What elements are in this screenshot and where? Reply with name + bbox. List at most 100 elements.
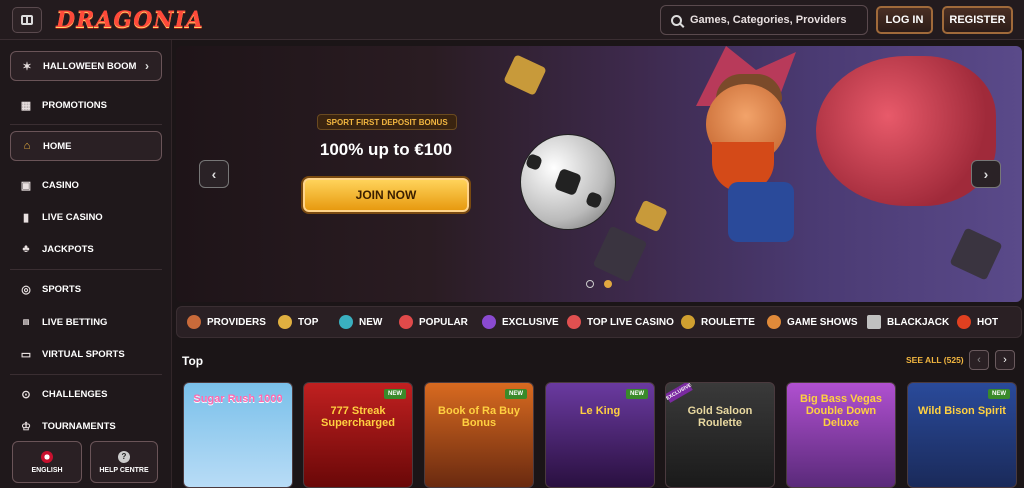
sidebar-item-label: LIVE CASINO (42, 211, 103, 223)
chevron-right-icon: › (983, 166, 989, 182)
sidebar-item-casino[interactable]: ▣ CASINO (10, 171, 162, 199)
sidebar-item-label: CHALLENGES (42, 388, 108, 400)
trophy-icon: ♔ (21, 420, 31, 433)
sidebar-item-label: SPORTS (42, 283, 82, 295)
category-roulette[interactable]: ROULETTE (681, 307, 755, 337)
new-badge: NEW (384, 389, 406, 399)
games-next-button[interactable]: › (995, 350, 1015, 370)
sidebar-item-live-betting[interactable]: ▤ LIVE BETTING (10, 308, 162, 336)
category-top-live-casino[interactable]: TOP LIVE CASINO (567, 307, 674, 337)
category-label: GAME SHOWS (787, 316, 858, 328)
sidebar-item-label: TOURNAMENTS (42, 420, 116, 432)
category-label: ROULETTE (701, 316, 755, 328)
category-new[interactable]: NEW (339, 307, 382, 337)
category-popular[interactable]: POPULAR (399, 307, 468, 337)
game-title: Wild Bison Spirit (918, 405, 1006, 417)
category-providers[interactable]: PROVIDERS (187, 307, 266, 337)
sidebar-item-label: HOME (43, 140, 72, 152)
chevron-left-icon: ‹ (977, 354, 981, 366)
crystal-icon (482, 315, 496, 329)
category-top[interactable]: TOP (278, 307, 318, 337)
category-hot[interactable]: HOT (957, 307, 998, 337)
divider (10, 124, 162, 125)
login-button[interactable]: LOG IN (876, 6, 933, 34)
chevron-left-icon: ‹ (211, 166, 217, 182)
game-tile-sugar-rush-1000[interactable]: Sugar Rush 1000 (183, 382, 293, 488)
slide-dot[interactable] (586, 280, 594, 288)
new-badge: NEW (988, 389, 1010, 399)
category-exclusive[interactable]: EXCLUSIVE (482, 307, 559, 337)
logo[interactable]: DRAGONIA (56, 6, 204, 34)
exclusive-badge: EXCLUSIVE (665, 382, 693, 403)
game-tile-gold-saloon-roulette[interactable]: EXCLUSIVE Gold Saloon Roulette (665, 382, 775, 488)
chip-icon (567, 315, 581, 329)
game-tile-777-streak[interactable]: NEW 777 Streak Supercharged (303, 382, 413, 488)
sidebar-item-label: LIVE BETTING (42, 316, 108, 328)
rock-illustration (592, 225, 648, 283)
help-centre-button[interactable]: ? HELP CENTRE (90, 441, 158, 483)
sidebar-item-label: JACKPOTS (42, 243, 94, 255)
ball-icon: ◎ (21, 283, 31, 296)
category-label: TOP (298, 316, 319, 328)
game-tile-book-of-ra[interactable]: NEW Book of Ra Buy Bonus (424, 382, 534, 488)
sidebar-item-home[interactable]: ⌂ HOME (10, 131, 162, 161)
games-prev-button[interactable]: ‹ (969, 350, 989, 370)
game-tile-wild-bison-spirit[interactable]: NEW Wild Bison Spirit (907, 382, 1017, 488)
help-icon: ? (118, 450, 130, 463)
promo-tag: SPORT FIRST DEPOSIT BONUS (317, 114, 457, 130)
dragon-illustration (816, 56, 996, 206)
join-now-button[interactable]: JOIN NOW (303, 178, 469, 212)
game-title: Gold Saloon Roulette (687, 405, 753, 429)
game-title: Sugar Rush 1000 (193, 393, 283, 405)
clover-icon: ♣ (22, 243, 30, 255)
chevron-right-icon: › (1003, 354, 1007, 366)
game-title: 777 Streak Supercharged (321, 405, 395, 429)
slot-icon: ▣ (20, 179, 32, 192)
sidebar-item-promotions[interactable]: ▦ PROMOTIONS (10, 91, 162, 119)
chevron-right-icon: › (145, 59, 149, 73)
category-bar: PROVIDERS TOP NEW POPULAR EXCLUSIVE TOP … (176, 306, 1022, 338)
home-icon: ⌂ (23, 140, 31, 152)
rock-illustration (949, 227, 1003, 281)
sidebar-toggle-icon (21, 15, 33, 25)
category-label: TOP LIVE CASINO (587, 316, 674, 328)
wheel-icon (767, 315, 781, 329)
chili-icon (957, 315, 971, 329)
menu-toggle-button[interactable] (12, 7, 42, 33)
game-tile-big-bass-vegas[interactable]: Big Bass Vegas Double Down Deluxe (786, 382, 896, 488)
category-game-shows[interactable]: GAME SHOWS (767, 307, 858, 337)
star-icon (278, 315, 292, 329)
gem-icon (339, 315, 353, 329)
help-label: HELP CENTRE (99, 466, 149, 474)
sidebar-item-jackpots[interactable]: ♣ JACKPOTS (10, 235, 162, 263)
sidebar-item-sports[interactable]: ◎ SPORTS (10, 275, 162, 303)
new-badge: NEW (626, 389, 648, 399)
roulette-icon (681, 315, 695, 329)
hero-banner[interactable]: SPORT FIRST DEPOSIT BONUS 100% up to €10… (176, 46, 1022, 302)
section-title: Top (182, 354, 204, 368)
see-all-link[interactable]: SEE ALL (525) (906, 355, 964, 365)
search-input[interactable]: Games, Categories, Providers (660, 5, 868, 35)
sidebar-item-tournaments[interactable]: ♔ TOURNAMENTS (10, 412, 162, 440)
sidebar-item-label: CASINO (42, 179, 79, 191)
live-icon: ▤ (22, 319, 30, 326)
slide-dot-active[interactable] (604, 280, 612, 288)
sidebar-item-live-casino[interactable]: ▮ LIVE CASINO (10, 203, 162, 231)
category-blackjack[interactable]: BLACKJACK (867, 307, 949, 337)
sidebar-item-virtual-sports[interactable]: ▭ VIRTUAL SPORTS (10, 340, 162, 368)
dwarf-body-illustration (728, 182, 794, 242)
language-button[interactable]: ENGLISH (12, 441, 82, 483)
register-button[interactable]: REGISTER (942, 6, 1013, 34)
category-label: NEW (359, 316, 383, 328)
bat-icon: ✶ (22, 60, 32, 73)
sidebar-item-halloween-boom[interactable]: ✶ HALLOWEEN BOOM › (10, 51, 162, 81)
sidebar-item-challenges[interactable]: ⊙ CHALLENGES (10, 380, 162, 408)
sidebar-item-label: VIRTUAL SPORTS (42, 348, 125, 360)
divider (10, 374, 162, 375)
cards-icon: ▮ (22, 211, 30, 224)
banner-prev-button[interactable]: ‹ (199, 160, 229, 188)
category-label: HOT (977, 316, 999, 328)
banner-next-button[interactable]: › (971, 160, 1001, 188)
category-label: PROVIDERS (207, 316, 266, 328)
game-tile-le-king[interactable]: NEW Le King (545, 382, 655, 488)
